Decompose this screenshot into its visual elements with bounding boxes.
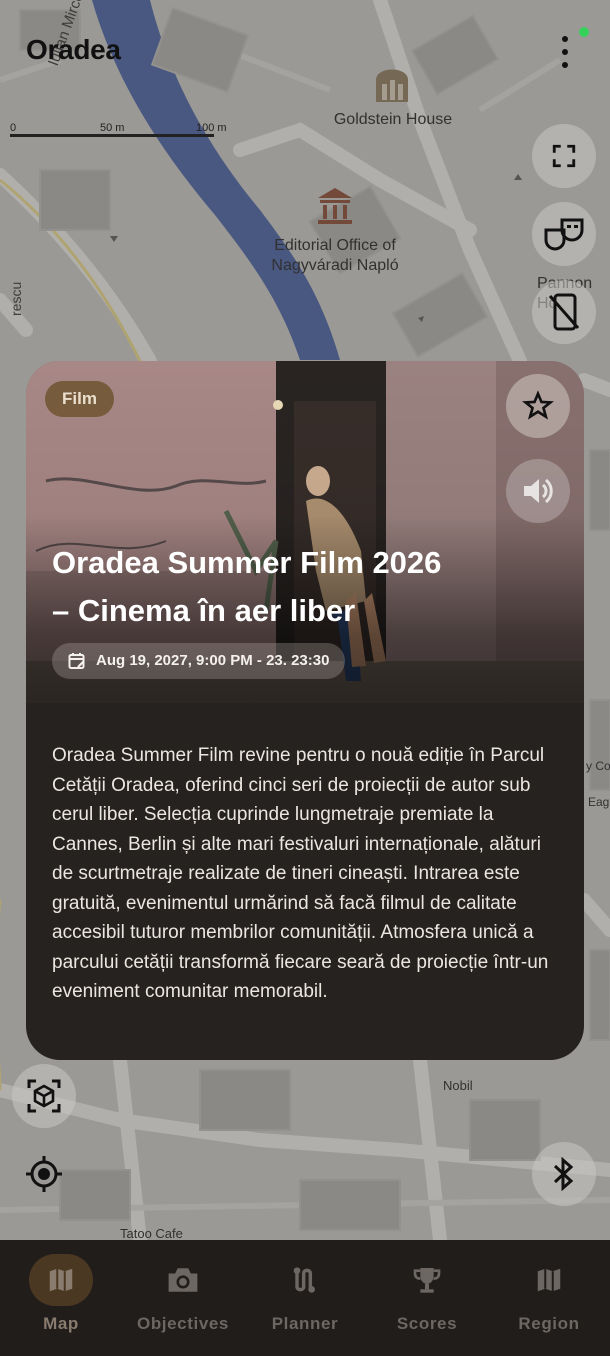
ar-view-button[interactable] [12, 1064, 76, 1128]
nav-item-objectives[interactable]: Objectives [122, 1240, 244, 1356]
nav-label-scores: Scores [396, 1314, 458, 1333]
scale-label-100: 100 m [196, 122, 227, 134]
nav-item-scores[interactable]: Scores [366, 1240, 488, 1356]
top-app-bar: Oradea [0, 0, 610, 110]
event-title: Oradea Summer Film 2026 – Cinema în aer … [52, 539, 562, 635]
my-location-icon [26, 1156, 62, 1192]
event-category-badge: Film [45, 381, 114, 417]
bluetooth-icon [553, 1157, 574, 1191]
nav-label-planner: Planner [271, 1314, 339, 1333]
phone-off-icon [548, 293, 580, 331]
more-options-icon[interactable] [556, 36, 574, 68]
favorite-button[interactable] [506, 374, 570, 438]
nav-item-map[interactable]: Map [0, 1240, 122, 1356]
map-scale-bar: 0 50 m 100 m [10, 122, 230, 142]
nav-label-objectives: Objectives [137, 1314, 229, 1333]
ar-cube-icon [27, 1079, 61, 1113]
route-icon [293, 1267, 315, 1293]
events-filter-button[interactable] [532, 202, 596, 266]
event-description: Oradea Summer Film revine pentru o nouă … [52, 745, 549, 1002]
nav-label-map: Map [43, 1314, 79, 1333]
scale-line [10, 134, 214, 137]
event-card[interactable]: Film Oradea Summer Film 2026 – Cinema în… [26, 361, 584, 1060]
page-title: Oradea [26, 34, 121, 65]
my-location-button[interactable] [12, 1142, 76, 1206]
theater-masks-icon [544, 218, 584, 251]
status-indicator [579, 27, 589, 37]
map-icon [537, 1268, 561, 1292]
event-date: Aug 19, 2027, 9:00 PM - 23. 23:30 [96, 652, 330, 669]
trophy-icon [413, 1268, 441, 1293]
star-outline-icon [522, 390, 554, 420]
phone-off-button[interactable] [532, 280, 596, 344]
fullscreen-icon [552, 144, 576, 168]
bluetooth-button[interactable] [532, 1142, 596, 1206]
nav-icon-container [395, 1254, 459, 1306]
map-icon [49, 1268, 73, 1292]
nav-icon-container [29, 1254, 93, 1306]
event-date-pill: Aug 19, 2027, 9:00 PM - 23. 23:30 [52, 643, 346, 679]
fullscreen-button[interactable] [532, 124, 596, 188]
audio-button[interactable] [506, 459, 570, 523]
nav-icon-container [273, 1254, 337, 1306]
bottom-navigation: Map Objectives Planner Scores Region [0, 1240, 610, 1356]
event-title-line2: – Cinema în aer liber [52, 593, 356, 628]
event-title-line1: Oradea Summer Film 2026 [52, 545, 442, 580]
nav-label-region: Region [518, 1314, 580, 1333]
nav-item-region[interactable]: Region [488, 1240, 610, 1356]
nav-icon-container [151, 1254, 215, 1306]
nav-item-planner[interactable]: Planner [244, 1240, 366, 1356]
calendar-edit-icon [68, 653, 85, 669]
scale-label-50: 50 m [100, 122, 125, 134]
scale-label-0: 0 [10, 122, 17, 134]
camera-icon [168, 1268, 198, 1292]
volume-icon [524, 478, 553, 504]
nav-icon-container [517, 1254, 581, 1306]
